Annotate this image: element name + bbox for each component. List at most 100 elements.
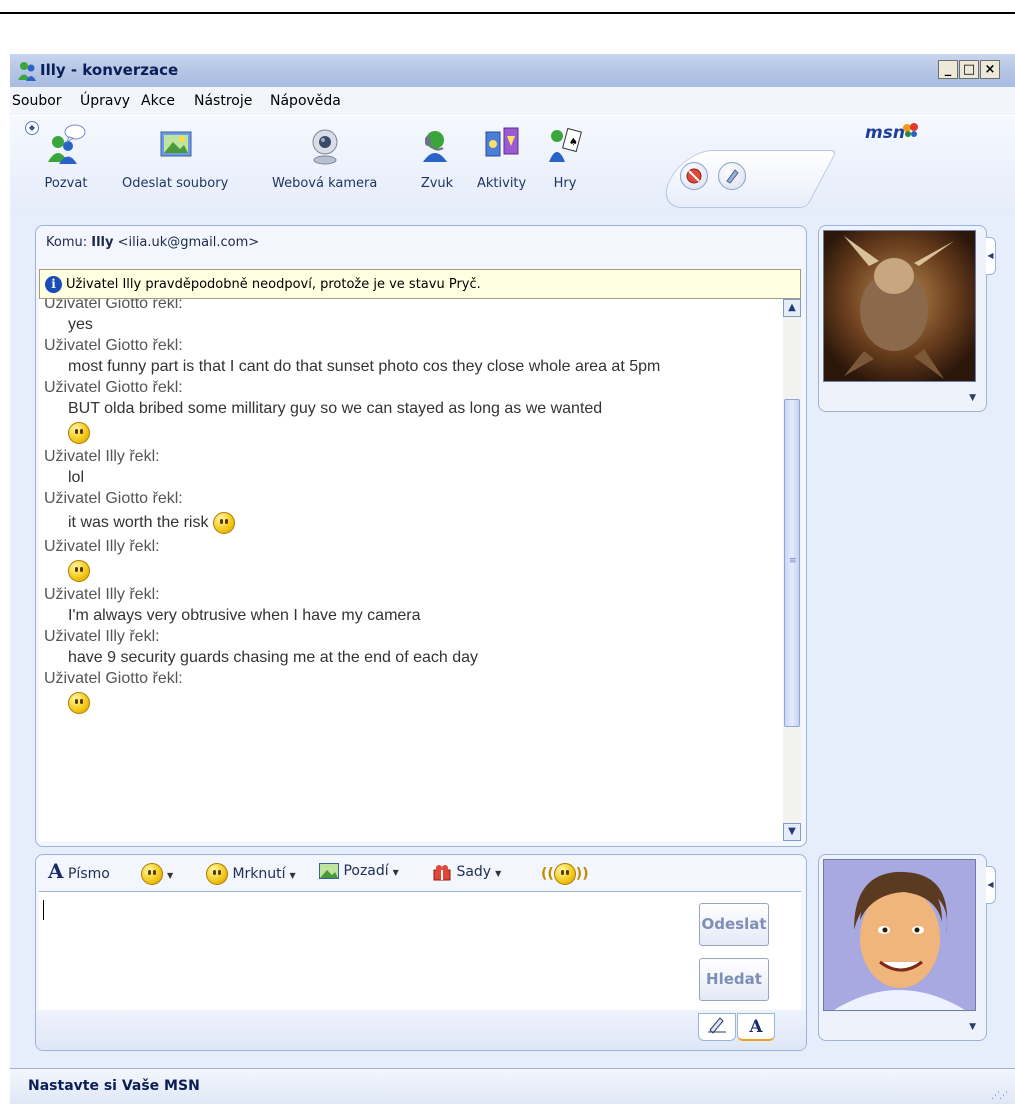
nudge-icon [553,863,576,885]
scroll-thumb[interactable]: ≡ [784,399,800,727]
status-bar: Nastavte si Vaše MSN ⋰⋰ [10,1068,1015,1104]
recipient-name: Illy [91,235,114,250]
background-icon [319,863,339,879]
my-pane-toggle-icon[interactable]: ◀ [986,866,996,904]
background-button[interactable]: Pozadí ▼ [319,863,399,879]
screen-top-line [0,12,1015,14]
contact-avatar-menu-icon[interactable]: ▼ [969,393,976,403]
my-display-picture[interactable] [823,859,976,1011]
msn-butterfly-icon [903,123,918,137]
menu-upravy[interactable]: Úpravy [80,93,130,109]
message-speaker: Uživatel Giotto řekl: [44,337,183,354]
emoticon-row [44,557,772,584]
wink-icon [206,863,228,885]
gift-icon [433,865,451,881]
games-button[interactable]: ♠ Hry [543,122,587,191]
nudge-button[interactable]: (()) [541,863,589,885]
font-button[interactable]: A Písmo [48,859,110,883]
resize-grip-icon[interactable]: ⋰⋰ [991,1091,1008,1101]
msn-setup-link[interactable]: Nastavte si Vaše MSN [28,1078,200,1094]
message-speaker: Uživatel Illy řekl: [44,448,160,465]
toolbar: ◆ Pozvat Odeslat soubory Webová kamera Z… [10,115,1015,211]
webcam-button[interactable]: Webová kamera [272,122,377,191]
block-contact-icon[interactable] [680,162,708,190]
msn-buddy-icon [18,62,36,81]
wink-button[interactable]: Mrknutí ▼ [206,863,296,885]
invite-contact-icon [48,124,86,164]
message-speaker: Uživatel Giotto řekl: [44,299,183,312]
message-speaker: Uživatel Illy řekl: [44,628,160,645]
recipient-email: <ilia.uk@gmail.com> [117,235,260,250]
message-speaker: Uživatel Illy řekl: [44,538,160,555]
activities-icon [485,127,519,157]
message-input[interactable]: Odeslat Hledat [39,891,801,1010]
change-background-icon[interactable] [718,162,746,190]
dropdown-arrow-icon: ▼ [167,871,174,880]
scroll-down-icon[interactable]: ▼ [783,823,801,841]
emoticon-row [44,419,772,446]
recipient-line: Komu: Illy <ilia.uk@gmail.com> [46,235,259,250]
nudge-waves-icon: )) [575,866,589,882]
smile-emoticon-icon [212,511,235,534]
send-button[interactable]: Odeslat [699,903,769,946]
title-bar[interactable]: Illy - konverzace _ □ × [10,54,1015,88]
wink-label: Mrknutí [232,866,286,882]
scroll-up-icon[interactable]: ▲ [783,299,801,317]
handwriting-tab[interactable] [698,1013,736,1041]
away-warning-text: Uživatel Illy pravděpodobně neodpoví, pr… [66,277,481,292]
my-avatar-panel: ▼ [818,854,987,1041]
conversation-window: Illy - konverzace _ □ × Soubor Úpravy Ak… [10,54,1015,1104]
menu-napoveda[interactable]: Nápověda [270,93,341,109]
message-text: it was worth the risk [68,514,209,531]
message-text: lol [68,469,85,486]
menu-akce[interactable]: Akce [141,93,175,109]
svg-text:♠: ♠ [569,137,578,148]
text-mode-tab[interactable]: A [737,1013,775,1041]
message-speaker: Uživatel Illy řekl: [44,586,160,603]
background-label: Pozadí [343,863,389,879]
activities-button[interactable]: Aktivity [477,122,526,191]
close-button[interactable]: × [980,60,1000,79]
history-scrollbar[interactable]: ▲ ≡ ▼ [783,299,801,841]
maximize-button[interactable]: □ [959,60,979,79]
message-speaker: Uživatel Giotto řekl: [44,670,183,687]
nudge-waves-icon: (( [541,866,554,882]
sets-button[interactable]: Sady ▼ [432,863,501,881]
message-text: I'm always very obtrusive when I have my… [68,607,421,624]
collapse-toolbar-icon[interactable]: ◆ [25,121,39,135]
message-text: BUT olda bribed some millitary guy so we… [68,400,603,417]
message-history[interactable]: Uživatel Giotto řekl: yes Uživatel Giott… [39,299,801,841]
input-mode-bar: A [36,1010,806,1050]
invite-button[interactable]: Pozvat [44,122,88,191]
font-icon: A [48,859,64,883]
emoticon-row [44,689,772,716]
send-files-button[interactable]: Odeslat soubory [122,122,228,191]
dropdown-arrow-icon: ▼ [392,868,399,877]
dropdown-arrow-icon: ▼ [289,871,296,880]
games-icon: ♠ [549,127,582,162]
audio-label: Zvuk [420,176,454,191]
wink-emoticon-icon [68,421,90,444]
contact-display-picture[interactable] [823,230,976,382]
send-files-label: Odeslat soubory [122,176,229,191]
msn-logo: msn [865,123,905,143]
search-button[interactable]: Hledat [699,958,769,1001]
minimize-button[interactable]: _ [938,60,958,79]
my-avatar-menu-icon[interactable]: ▼ [969,1022,976,1032]
away-warning-bar: i Uživatel Illy pravděpodobně neodpoví, … [39,269,801,299]
contact-avatar-panel: ▼ [818,225,987,412]
to-prefix: Komu: [46,235,88,250]
webcam-label: Webová kamera [272,176,378,191]
menu-nastroje[interactable]: Nástroje [194,93,252,109]
menu-bar: Soubor Úpravy Akce Nástroje Nápověda [10,87,1015,115]
message-text-row: it was worth the risk [44,509,772,536]
chat-panel: Komu: Illy <ilia.uk@gmail.com> i Uživate… [35,225,807,847]
audio-button[interactable]: Zvuk [415,122,459,191]
message-text: most funny part is that I cant do that s… [68,358,661,375]
font-label: Písmo [67,866,110,882]
compose-panel: A Písmo ▼ Mrknutí ▼ Pozadí ▼ Sady ▼ (()… [35,854,807,1051]
contact-pane-toggle-icon[interactable]: ◀ [986,237,996,275]
message-speaker: Uživatel Giotto řekl: [44,379,183,396]
emoticon-button[interactable]: ▼ [141,863,173,885]
menu-soubor[interactable]: Soubor [12,93,62,109]
